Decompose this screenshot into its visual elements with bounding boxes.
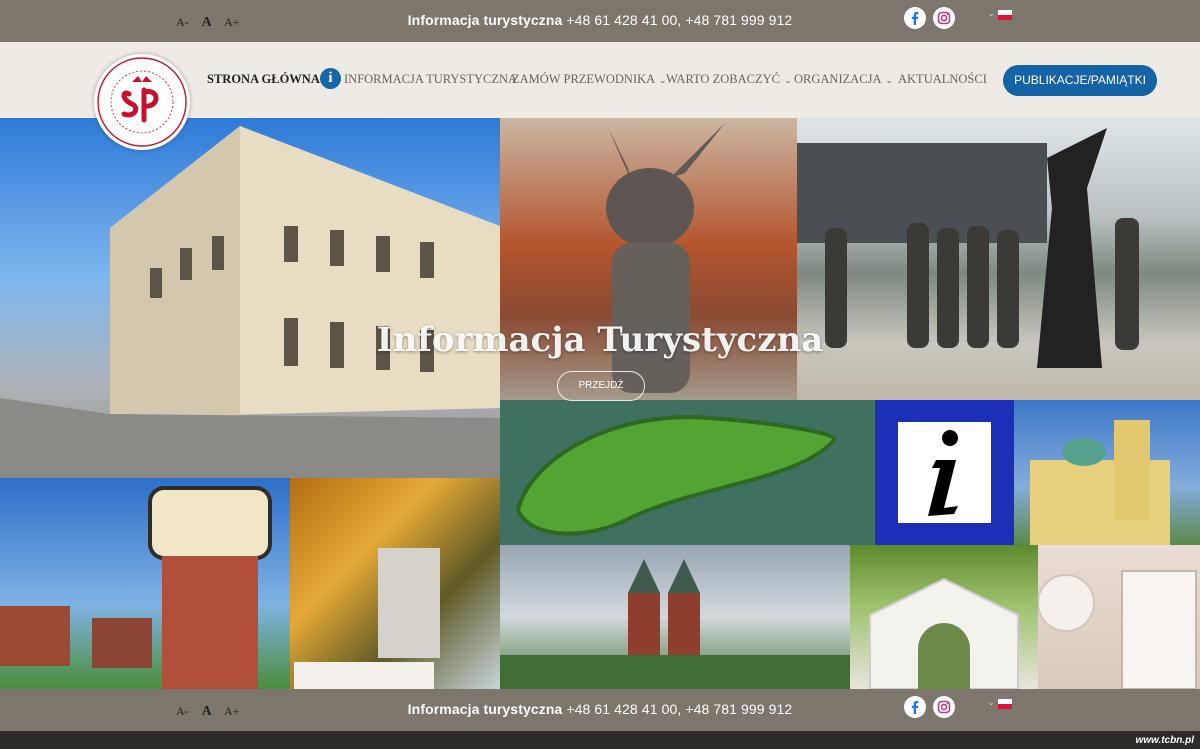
- credit-watermark: www.tcbn.pl: [1135, 735, 1194, 746]
- social-links: [904, 696, 958, 718]
- nav-item-worth-seeing[interactable]: WARTO ZOBACZYĆ ⌄: [666, 72, 792, 87]
- social-links: [904, 7, 958, 29]
- nav-item-organization-label: ORGANIZACJA: [794, 72, 882, 86]
- chevron-down-icon: ⌄: [885, 75, 894, 85]
- photo-white-gate: [850, 545, 1038, 689]
- hero-go-button[interactable]: PRZEJDŹ: [557, 371, 645, 401]
- language-selector[interactable]: ⌄: [988, 698, 1012, 709]
- facebook-icon[interactable]: [904, 696, 926, 718]
- publications-button[interactable]: PUBLIKACJE/PAMIĄTKI: [1003, 65, 1157, 96]
- photo-cathedral: [500, 545, 850, 689]
- nav-item-home[interactable]: STRONA GŁÓWNA: [207, 72, 320, 87]
- contact-label: Informacja turystyczna: [407, 701, 563, 717]
- chevron-down-icon: ⌄: [988, 698, 995, 707]
- nav-item-worth-seeing-label: WARTO ZOBACZYĆ: [666, 72, 780, 86]
- instagram-icon[interactable]: [933, 7, 956, 29]
- photo-info-sign: [875, 400, 1014, 545]
- nav-item-tourist-info[interactable]: INFORMACJA TURYSTYCZNA: [344, 72, 517, 87]
- photo-water-tower: [0, 478, 290, 689]
- facebook-icon[interactable]: [904, 7, 926, 29]
- site-logo[interactable]: [94, 54, 190, 150]
- photo-museum-exhibit: [1038, 545, 1200, 689]
- contact-info: Informacja turystyczna +48 61 428 41 00,…: [0, 12, 1200, 28]
- bottom-bar: A- A A+ Informacja turystyczna +48 61 42…: [0, 689, 1200, 731]
- nav-item-order-guide[interactable]: ZAMÓW PRZEWODNIKA ⌄: [512, 72, 667, 87]
- nav-item-organization[interactable]: ORGANIZACJA ⌄: [794, 72, 893, 87]
- photo-town-hall-building: [0, 118, 500, 478]
- nav-item-order-guide-label: ZAMÓW PRZEWODNIKA: [512, 72, 656, 86]
- polish-flag-icon: [997, 699, 1012, 709]
- chevron-down-icon: ⌄: [988, 9, 995, 18]
- contact-phones[interactable]: +48 61 428 41 00, +48 781 999 912: [562, 12, 792, 28]
- contact-phones[interactable]: +48 61 428 41 00, +48 781 999 912: [562, 701, 792, 717]
- polish-flag-icon: [997, 10, 1012, 20]
- photo-lake-island: [500, 400, 875, 545]
- contact-label: Informacja turystyczna: [407, 12, 563, 28]
- footer-strip: [0, 731, 1200, 749]
- chevron-down-icon: ⌄: [783, 75, 792, 85]
- nav-item-news[interactable]: AKTUALNOŚCI: [898, 72, 987, 87]
- photo-church: [1014, 400, 1200, 545]
- top-bar: A- A A+ Informacja turystyczna +48 61 42…: [0, 0, 1200, 42]
- hero-title: Informacja Turystyczna: [376, 320, 824, 360]
- photo-autumn-sign: [290, 478, 500, 689]
- contact-info: Informacja turystyczna +48 61 428 41 00,…: [0, 701, 1200, 717]
- info-icon: i: [320, 68, 341, 89]
- language-selector[interactable]: ⌄: [988, 9, 1012, 20]
- instagram-icon[interactable]: [933, 696, 956, 718]
